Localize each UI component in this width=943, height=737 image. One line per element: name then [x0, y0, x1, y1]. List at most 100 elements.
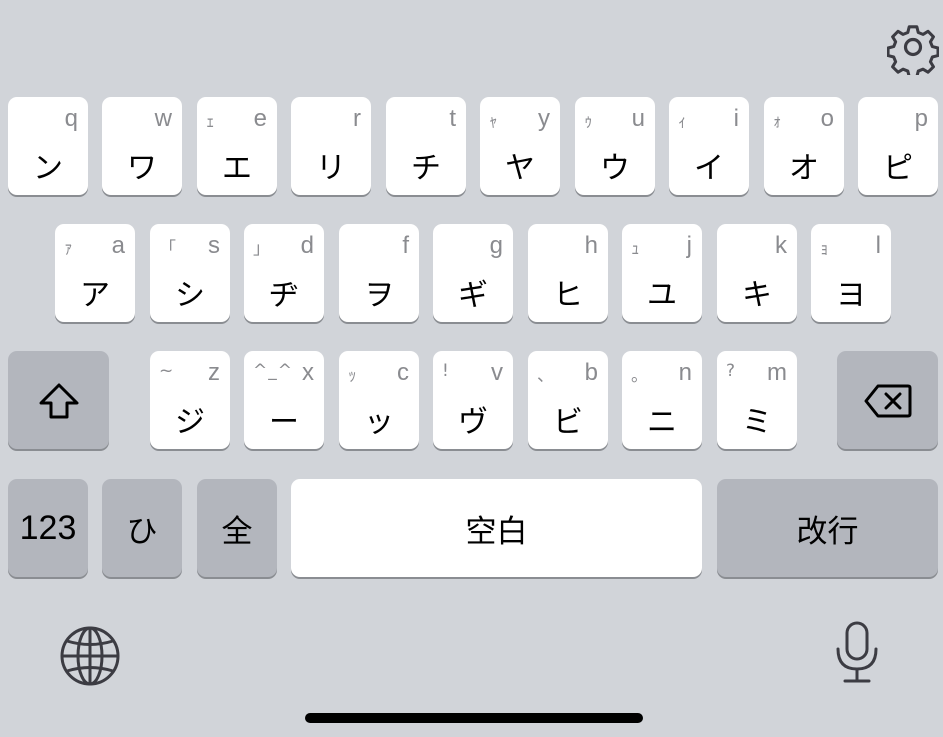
key-latin-label: w — [154, 105, 172, 132]
key-e[interactable]: ｪ e エ — [197, 97, 277, 195]
key-kana-label: エ — [222, 151, 252, 186]
key-kana-label: ヂ — [269, 278, 299, 313]
delete-key[interactable] — [837, 351, 938, 449]
key-ji[interactable]: ~ z ジ — [150, 351, 230, 449]
key-secondary-kana: ｮ — [820, 239, 830, 259]
key-ri[interactable]: r リ — [291, 97, 371, 195]
key-latin-label: u — [631, 105, 645, 132]
microphone-icon[interactable] — [833, 620, 881, 686]
fullwidth-key-label: 全 — [221, 513, 253, 550]
key-mi[interactable]: ? m ミ — [717, 351, 797, 449]
key-secondary-kana: ｫ — [773, 112, 783, 132]
key-kana-label: ン — [33, 151, 63, 186]
key-latin-label: v — [491, 359, 503, 386]
key-kana-label: ウ — [600, 151, 630, 186]
key-di[interactable]: 」 d ヂ — [244, 224, 324, 322]
key-kana-label: ー — [269, 405, 299, 440]
key-kana-label: ギ — [458, 278, 488, 313]
key-secondary-kana: ｨ — [678, 112, 688, 132]
delete-icon — [864, 384, 912, 418]
key-latin-label: e — [253, 105, 267, 132]
key-secondary-kana: ｬ — [489, 112, 499, 132]
key-latin-label: n — [678, 359, 692, 386]
key-secondary-kana: 。 — [631, 366, 649, 386]
key-latin-label: i — [733, 105, 739, 132]
key-wo[interactable]: f ヲ — [339, 224, 419, 322]
key-vu[interactable]: ! v ヴ — [433, 351, 513, 449]
key-bi[interactable]: 、 b ビ — [528, 351, 608, 449]
key-secondary-kana: ! — [442, 361, 450, 381]
key-latin-label: y — [538, 105, 550, 132]
key-latin-label: h — [584, 232, 598, 259]
shift-key[interactable] — [8, 351, 109, 449]
key-kana-label: ヒ — [553, 278, 583, 313]
shift-icon — [39, 383, 79, 419]
key-yu[interactable]: ｭ j ユ — [622, 224, 702, 322]
key-latin-label: s — [208, 232, 220, 259]
key-secondary-kana: ｧ — [64, 239, 74, 259]
key-secondary-kana: ｭ — [631, 239, 641, 259]
fullwidth-key[interactable]: 全 — [197, 479, 277, 577]
return-key-label: 改行 — [796, 513, 859, 550]
key-small-tsu[interactable]: ｯ c ッ — [339, 351, 419, 449]
key-latin-label: k — [775, 232, 787, 259]
key-secondary-kana: 「 — [159, 239, 177, 259]
key-a[interactable]: ｧ a ア — [55, 224, 135, 322]
key-latin-label: x — [302, 359, 314, 386]
key-latin-label: g — [489, 232, 503, 259]
hiragana-key-label: ひ — [126, 513, 158, 550]
key-n[interactable]: q ン — [8, 97, 88, 195]
key-latin-label: f — [402, 232, 409, 259]
key-secondary-kana: ｪ — [206, 112, 216, 132]
key-secondary-kana: ? — [726, 361, 737, 381]
key-latin-label: r — [353, 105, 361, 132]
key-kana-label: イ — [694, 151, 724, 186]
key-latin-label: z — [208, 359, 220, 386]
key-ya[interactable]: ｬ y ヤ — [480, 97, 560, 195]
key-latin-label: j — [686, 232, 692, 259]
key-kana-label: ッ — [364, 405, 394, 440]
key-ki[interactable]: k キ — [717, 224, 797, 322]
key-u[interactable]: ｩ u ウ — [575, 97, 655, 195]
key-ni[interactable]: 。 n ニ — [622, 351, 702, 449]
key-yo[interactable]: ｮ l ヨ — [811, 224, 891, 322]
key-latin-label: q — [64, 105, 78, 132]
return-key[interactable]: 改行 — [717, 479, 938, 577]
key-kana-label: ア — [80, 278, 110, 313]
key-shi[interactable]: 「 s シ — [150, 224, 230, 322]
key-latin-label: d — [300, 232, 314, 259]
key-kana-label: ヤ — [505, 151, 535, 186]
key-kana-label: オ — [789, 151, 819, 186]
key-secondary-kana: ~ — [159, 361, 175, 381]
space-key[interactable]: 空白 — [291, 479, 702, 577]
key-kana-label: ビ — [553, 405, 583, 440]
key-kana-label: シ — [175, 278, 205, 313]
key-kana-label: ヴ — [458, 405, 488, 440]
key-latin-label: p — [914, 105, 928, 132]
key-o[interactable]: ｫ o オ — [764, 97, 844, 195]
home-indicator[interactable] — [305, 713, 643, 723]
key-gi[interactable]: g ギ — [433, 224, 513, 322]
gear-icon[interactable] — [887, 23, 939, 75]
key-wa[interactable]: w ワ — [102, 97, 182, 195]
key-kana-label: ミ — [742, 405, 772, 440]
key-secondary-kana: ｯ — [348, 366, 358, 386]
key-kana-label: ニ — [647, 405, 677, 440]
key-kana-label: ジ — [175, 405, 205, 440]
numbers-key-label: 123 — [19, 508, 77, 547]
key-latin-label: t — [449, 105, 456, 132]
key-long-vowel[interactable]: ^_^ x ー — [244, 351, 324, 449]
key-secondary-kana: ^_^ — [253, 361, 293, 381]
key-kana-label: キ — [742, 278, 772, 313]
key-secondary-kana: ｩ — [584, 112, 594, 132]
key-kana-label: ユ — [647, 278, 677, 313]
key-chi[interactable]: t チ — [386, 97, 466, 195]
globe-icon[interactable] — [58, 624, 122, 688]
numbers-key[interactable]: 123 — [8, 479, 88, 577]
key-kana-label: リ — [316, 151, 346, 186]
key-hi[interactable]: h ヒ — [528, 224, 608, 322]
key-kana-label: ヲ — [364, 278, 394, 313]
hiragana-key[interactable]: ひ — [102, 479, 182, 577]
key-pi[interactable]: p ピ — [858, 97, 938, 195]
key-i[interactable]: ｨ i イ — [669, 97, 749, 195]
